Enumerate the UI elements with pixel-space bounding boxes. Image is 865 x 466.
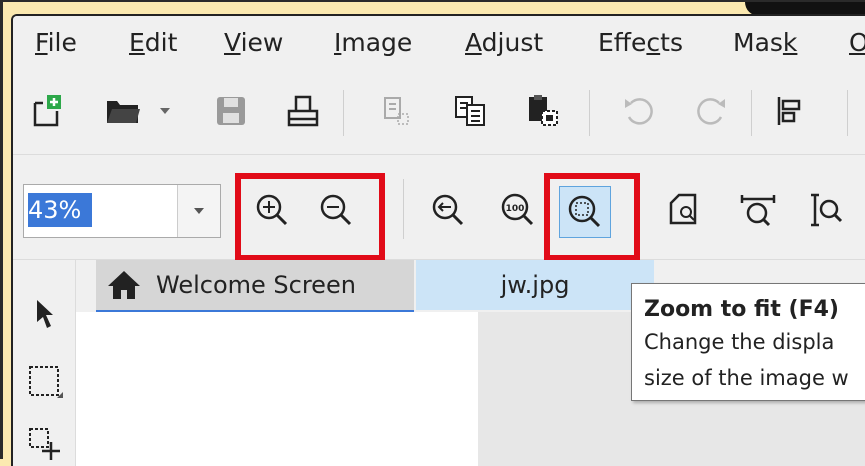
menu-object[interactable]: O (849, 28, 865, 57)
redo-button[interactable] (689, 89, 733, 133)
folder-icon (107, 101, 140, 123)
zoom-previous-button[interactable] (423, 185, 473, 235)
new-file-button[interactable] (25, 89, 69, 133)
paste-icon (529, 95, 558, 126)
menu-adjust[interactable]: Adjust (465, 28, 543, 57)
zoom-height-button[interactable] (801, 185, 851, 235)
toolbar-separator (847, 90, 848, 136)
arrow-cursor-icon (37, 300, 53, 328)
toolbar-separator (403, 179, 404, 239)
tooltip-line-1: Change the displa (644, 330, 835, 354)
svg-text:100: 100 (506, 204, 525, 214)
zoom-100-button[interactable]: 100 (493, 185, 543, 235)
paste-button[interactable] (521, 89, 565, 133)
zoom-width-button[interactable] (733, 185, 783, 235)
toolbox (13, 260, 76, 466)
tab-welcome-label: Welcome Screen (156, 271, 356, 299)
undo-icon (625, 98, 653, 125)
arrange-icon (777, 97, 801, 125)
zoom-previous-icon (432, 194, 464, 226)
menu-edit[interactable]: Edit (129, 28, 177, 57)
rectangle-marquee-icon (29, 366, 63, 398)
zoom-width-icon (740, 195, 776, 227)
tooltip-line-2: size of the image w (644, 366, 849, 390)
zoom-100-icon: 100 (501, 193, 534, 226)
zoom-toolbar: 43% 100 (13, 155, 865, 261)
toolbar-separator (589, 90, 590, 136)
open-dropdown-button[interactable] (153, 89, 177, 133)
zoom-to-fit-button[interactable] (559, 186, 611, 238)
app-window: File Edit View Image Adjust Effects Mask… (11, 14, 865, 466)
zoom-out-button[interactable] (311, 185, 361, 235)
menu-mask[interactable]: Mask (733, 28, 797, 57)
menu-effects[interactable]: Effects (598, 28, 683, 57)
tab-jw-jpg[interactable]: jw.jpg (416, 260, 654, 310)
new-file-icon (33, 95, 61, 127)
standard-toolbar (13, 74, 865, 155)
print-icon (287, 95, 319, 127)
toolbar-separator (343, 90, 344, 136)
toolbar-separator (751, 90, 752, 136)
save-button[interactable] (209, 89, 253, 133)
tooltip-title: Zoom to fit (F4) (644, 297, 839, 322)
undo-button[interactable] (617, 89, 661, 133)
zoom-to-fit-tooltip: Zoom to fit (F4) Change the displa size … (631, 283, 865, 401)
zoom-to-fit-icon (568, 195, 601, 228)
copy-button[interactable] (449, 89, 493, 133)
zoom-page-icon (669, 193, 697, 225)
mask-transform-tool[interactable] (25, 424, 65, 464)
copy-icon (455, 96, 485, 126)
zoom-level-combo[interactable]: 43% (23, 184, 221, 238)
home-icon (108, 271, 140, 299)
cut-icon (384, 97, 409, 125)
menu-image[interactable]: Image (334, 28, 412, 57)
zoom-in-button[interactable] (247, 185, 297, 235)
print-button[interactable] (281, 89, 325, 133)
tab-jw-label: jw.jpg (500, 271, 570, 299)
menu-bar: File Edit View Image Adjust Effects Mask… (13, 16, 865, 74)
zoom-dropdown-button[interactable] (177, 185, 220, 237)
cut-button[interactable] (375, 89, 419, 133)
zoom-to-page-button[interactable] (661, 185, 711, 235)
zoom-in-icon (256, 194, 288, 226)
save-icon (217, 97, 245, 125)
zoom-out-icon (320, 194, 352, 226)
menu-file[interactable]: File (35, 28, 77, 57)
open-file-button[interactable] (101, 89, 145, 133)
chevron-down-icon (160, 108, 170, 114)
mask-transform-icon (29, 428, 60, 460)
pick-tool[interactable] (25, 294, 65, 334)
chevron-down-icon (194, 208, 204, 214)
zoom-level-value[interactable]: 43% (28, 193, 92, 227)
zoom-height-icon (811, 193, 843, 227)
tab-welcome-screen[interactable]: Welcome Screen (96, 260, 414, 313)
menu-view[interactable]: View (224, 28, 283, 57)
redo-icon (697, 98, 725, 125)
arrange-button[interactable] (767, 89, 811, 133)
rectangle-mask-tool[interactable] (25, 362, 65, 402)
